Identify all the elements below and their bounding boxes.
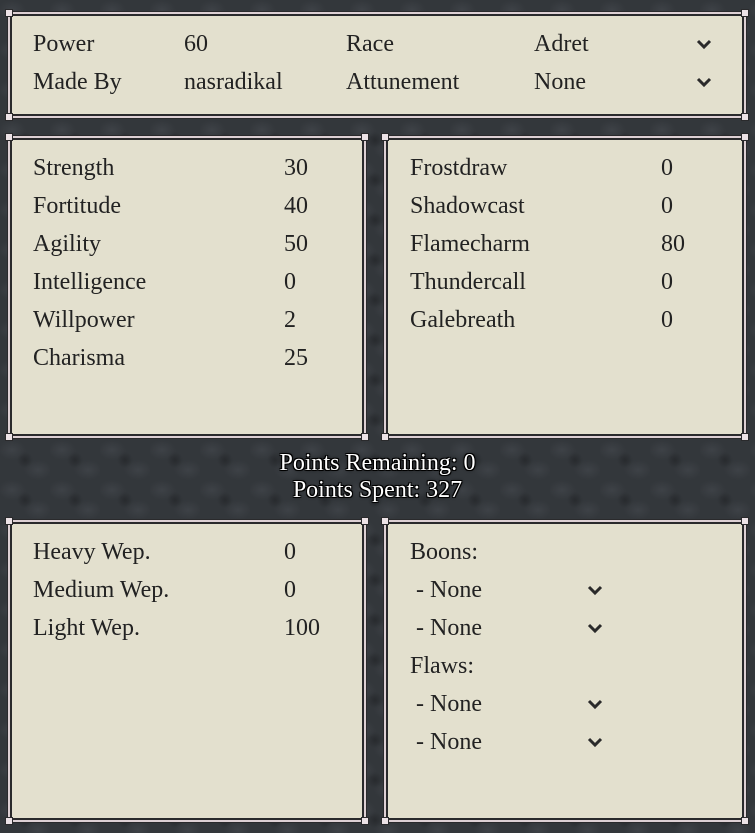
attunements-panel: Frostdraw 0 Shadowcast 0 Flamecharm 80 T… [381,133,749,441]
boon-value[interactable]: - None [416,575,482,605]
made-by-value: nasradikal [184,69,283,95]
boons-heading: Boons: [410,539,479,565]
chevron-down-icon[interactable] [585,694,605,714]
flaw-value[interactable]: - None [416,689,482,719]
attributes-panel: Strength 30 Fortitude 40 Agility 50 Inte… [5,133,369,441]
boon-value[interactable]: - None [416,613,482,643]
stat-label: Medium Wep. [33,577,170,603]
stat-label: Thundercall [410,269,526,295]
stat-label: Fortitude [33,193,121,219]
stat-label: Galebreath [410,307,516,333]
stat-value[interactable]: 0 [661,305,673,335]
stat-value[interactable]: 2 [284,305,296,335]
flaws-heading: Flaws: [410,653,475,679]
stat-value[interactable]: 0 [284,575,296,605]
attunement-label: Attunement [346,69,460,95]
stat-label: Willpower [33,307,135,333]
power-value: 60 [184,31,208,57]
race-value[interactable]: Adret [534,29,589,59]
stat-label: Frostdraw [410,155,508,181]
stat-label: Charisma [33,345,125,371]
stat-value[interactable]: 40 [284,191,308,221]
stat-label: Heavy Wep. [33,539,151,565]
stat-value[interactable]: 0 [284,267,296,297]
chevron-down-icon[interactable] [585,580,605,600]
stat-label: Agility [33,231,102,257]
made-by-label: Made By [33,69,122,95]
weapons-panel: Heavy Wep. 0 Medium Wep. 0 Light Wep. 10… [5,517,369,825]
race-label: Race [346,31,394,57]
stat-value[interactable]: 25 [284,343,308,373]
stat-label: Light Wep. [33,615,140,641]
stat-value[interactable]: 0 [661,267,673,297]
boons-flaws-panel: Boons: - None - None Flaws: - None - Non… [381,517,749,825]
chevron-down-icon[interactable] [694,34,714,54]
stat-label: Flamecharm [410,231,530,257]
chevron-down-icon[interactable] [585,618,605,638]
flaw-value[interactable]: - None [416,727,482,757]
stat-label: Shadowcast [410,193,525,219]
build-info-panel: Power 60 Made By nasradikal Race Adret A… [5,9,749,121]
stat-value[interactable]: 50 [284,229,308,259]
stat-value[interactable]: 0 [284,537,296,567]
points-remaining: Points Remaining: 0 [279,450,476,476]
stat-value[interactable]: 100 [284,613,320,643]
power-label: Power [33,31,95,57]
stat-value[interactable]: 80 [661,229,685,259]
attunement-value[interactable]: None [534,67,586,97]
chevron-down-icon[interactable] [694,72,714,92]
stat-value[interactable]: 30 [284,153,308,183]
chevron-down-icon[interactable] [585,732,605,752]
points-spent: Points Spent: 327 [292,477,463,503]
stat-label: Intelligence [33,269,147,295]
stat-label: Strength [33,155,115,181]
stat-value[interactable]: 0 [661,191,673,221]
stat-value[interactable]: 0 [661,153,673,183]
